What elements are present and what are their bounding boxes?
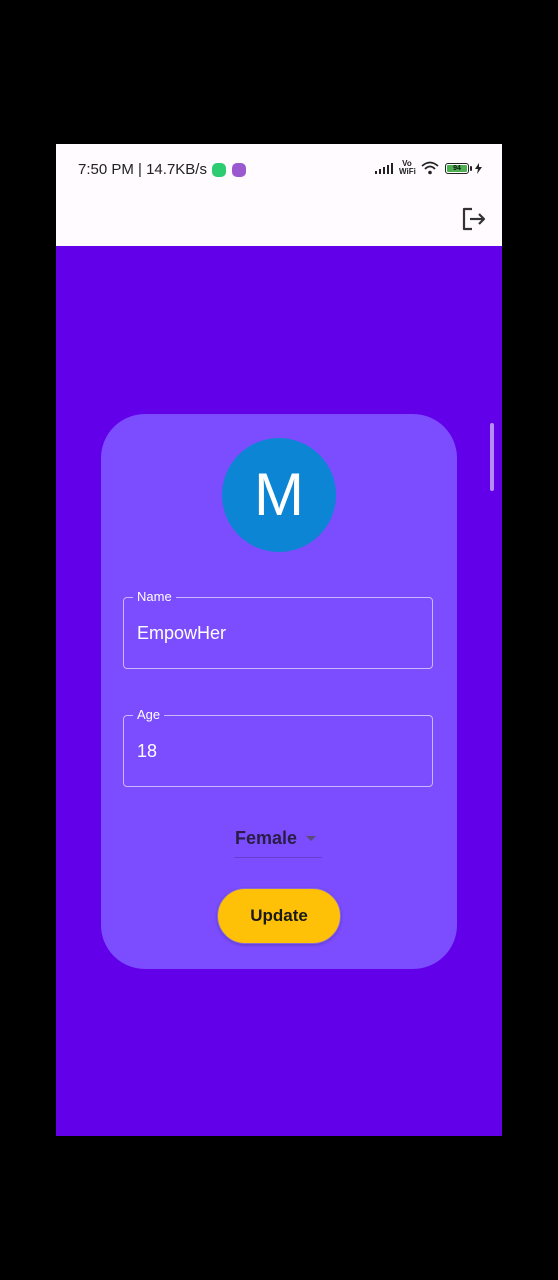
avatar: M — [222, 438, 336, 552]
notification-icons — [212, 163, 246, 177]
name-label: Name — [133, 589, 176, 605]
status-bar: 7:50 PM | 14.7KB/s Vo WiFi 94 — [56, 144, 502, 196]
status-time: 7:50 PM | 14.7KB/s — [78, 161, 207, 178]
age-field[interactable]: Age 18 — [123, 707, 433, 787]
name-field[interactable]: Name EmpowHer — [123, 589, 433, 669]
vowifi-icon: Vo WiFi — [399, 159, 416, 176]
age-value: 18 — [137, 741, 158, 761]
signal-icon — [375, 162, 393, 174]
status-indicators: Vo WiFi 94 — [375, 160, 482, 176]
charging-icon — [475, 162, 482, 174]
battery-icon: 94 — [445, 162, 472, 174]
gender-dropdown[interactable]: Female — [234, 824, 322, 858]
age-label: Age — [133, 707, 165, 723]
chevron-down-icon — [306, 836, 316, 841]
scrollbar[interactable] — [490, 423, 494, 491]
media-app-icon — [232, 163, 246, 177]
app-bar — [56, 196, 502, 246]
logout-icon[interactable] — [460, 205, 488, 233]
profile-card: M Name EmpowHer Age 18 Female Update — [101, 414, 457, 969]
gender-value: Female — [235, 828, 298, 848]
update-button[interactable]: Update — [217, 888, 341, 944]
chat-app-icon — [212, 163, 226, 177]
wifi-icon — [421, 161, 439, 175]
battery-level: 94 — [447, 164, 467, 172]
app-screen: 7:50 PM | 14.7KB/s Vo WiFi 94 M Name Emp… — [56, 144, 502, 1136]
name-value: EmpowHer — [137, 623, 227, 643]
